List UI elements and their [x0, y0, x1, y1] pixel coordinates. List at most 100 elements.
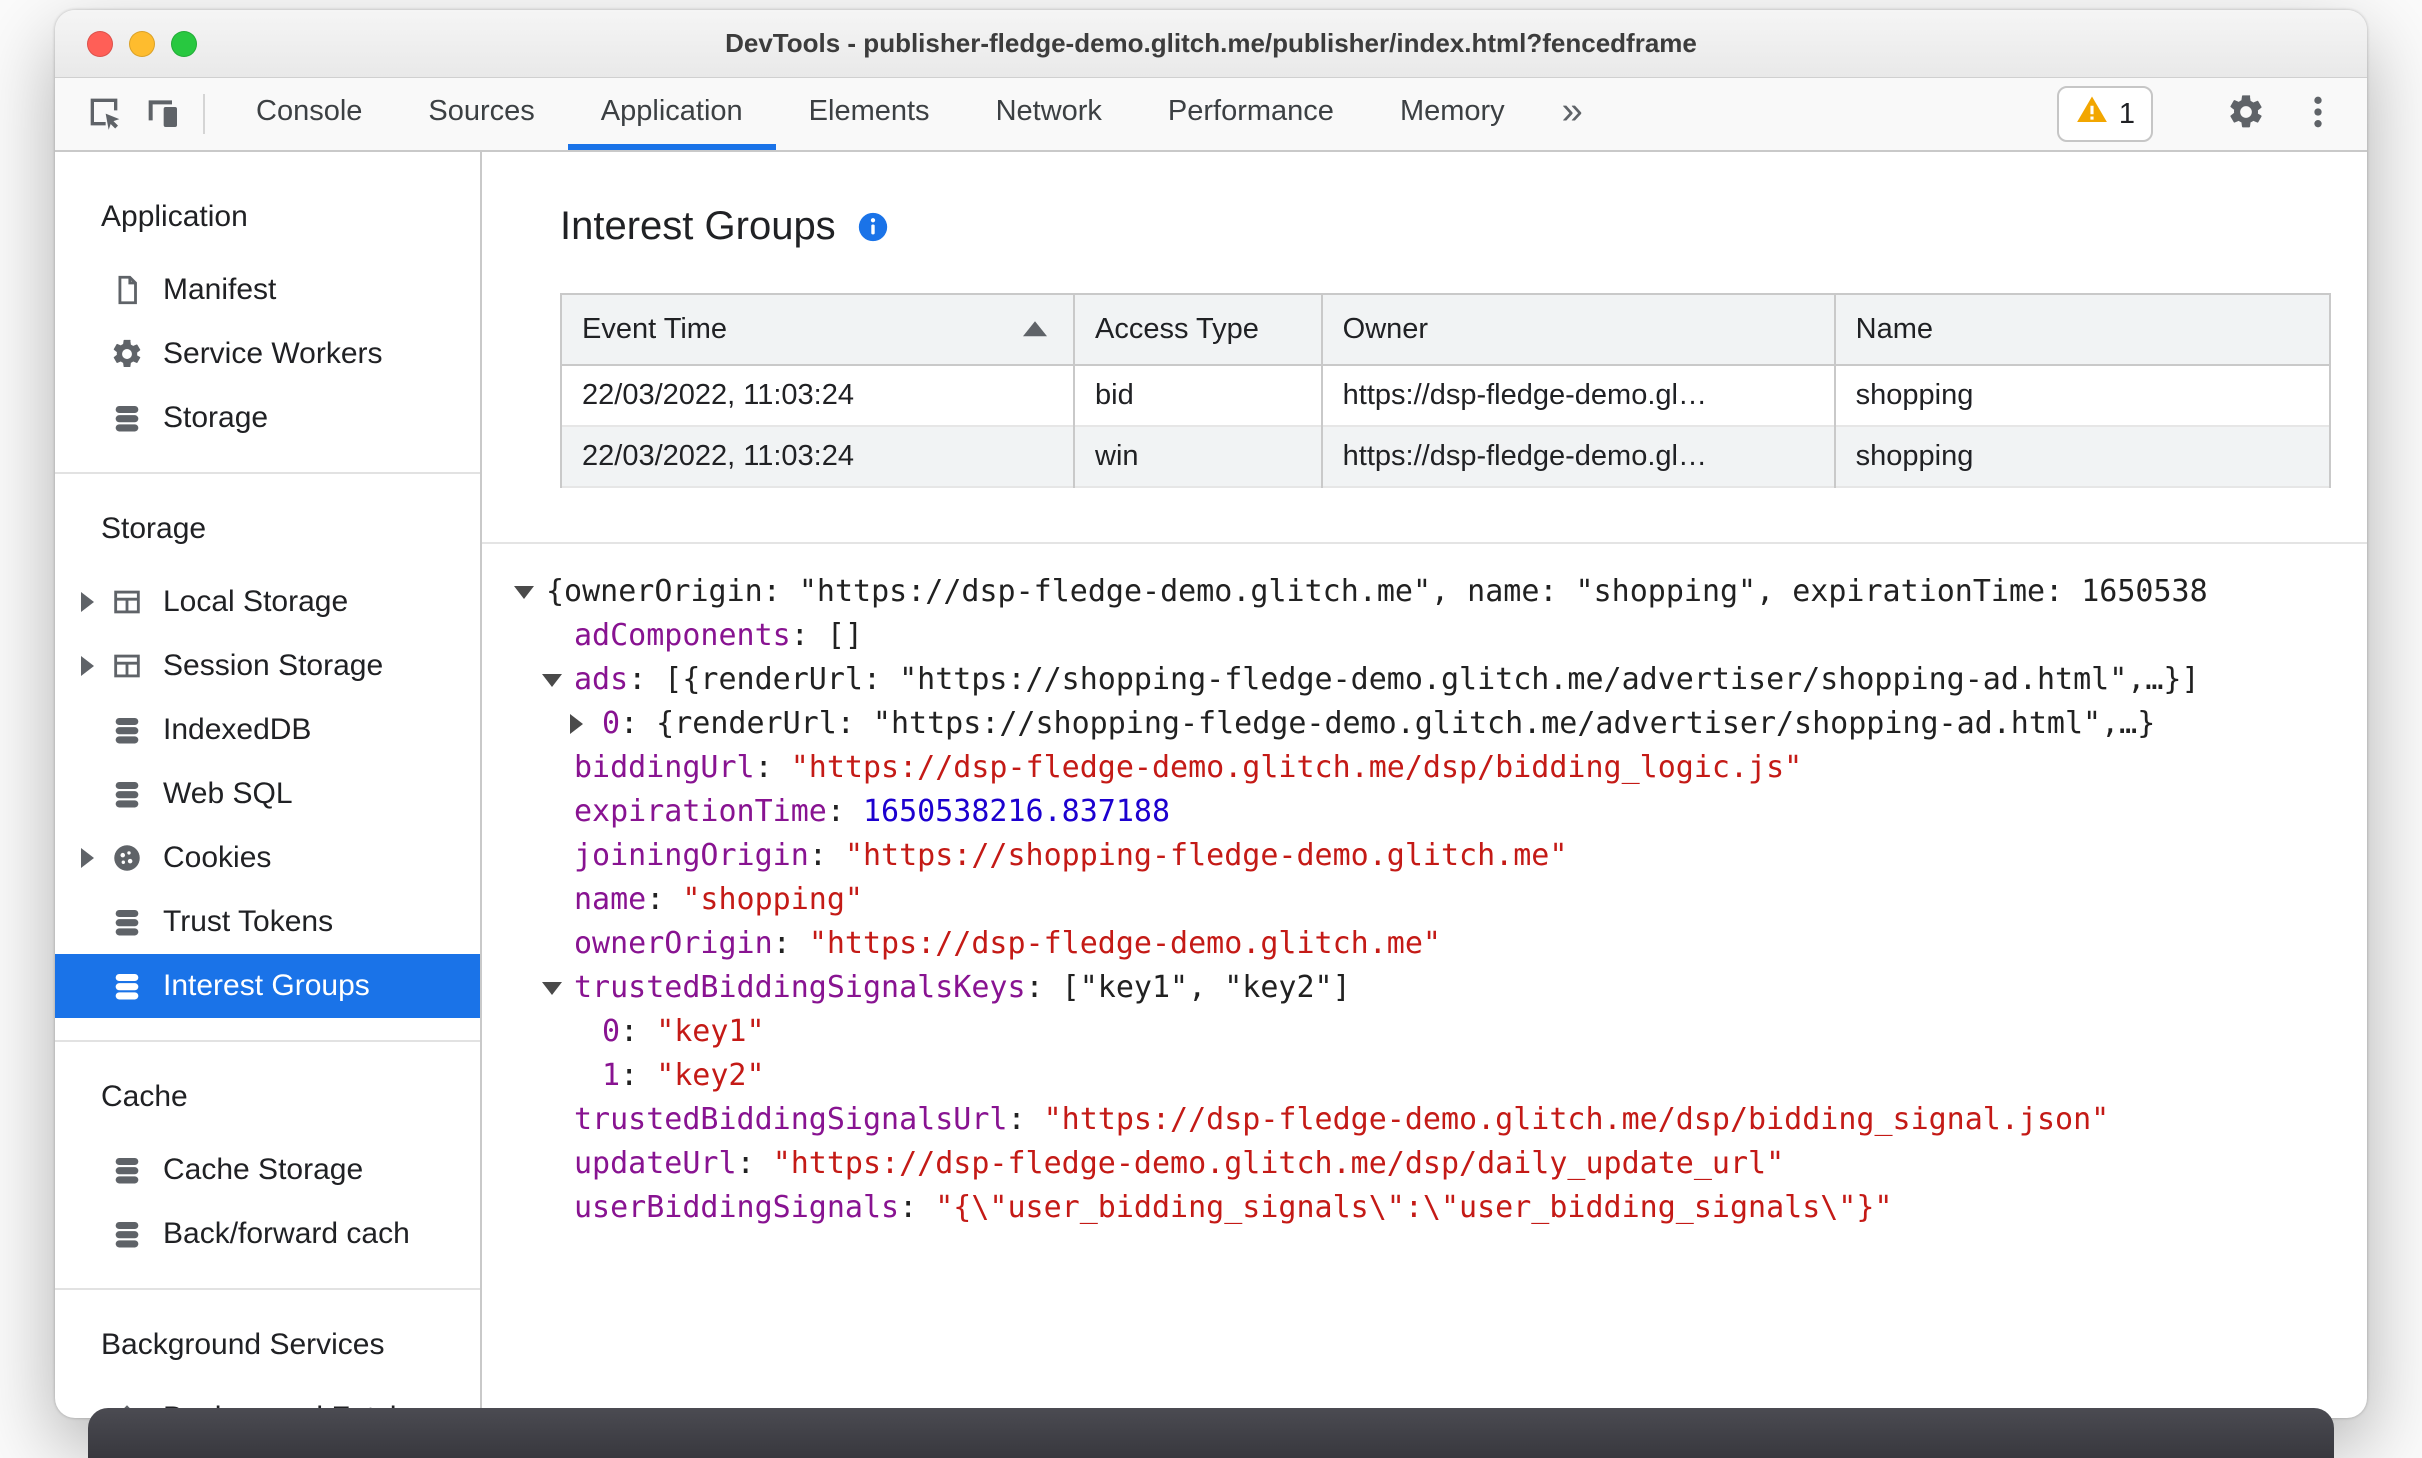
column-header-name[interactable]: Name [1833, 293, 2332, 366]
events-table-wrap: Event Time Access Type Owner Name 22/03/202… [482, 249, 2367, 488]
column-header-access-type[interactable]: Access Type [1073, 293, 1323, 366]
column-header-owner[interactable]: Owner [1320, 293, 1836, 366]
info-icon[interactable] [856, 210, 890, 244]
tree-string: "https://dsp-fledge-demo.glitch.me/dsp/d… [772, 1146, 1785, 1181]
table-cell: shopping [1833, 426, 2332, 487]
table-cell: bid [1073, 365, 1323, 426]
devtools-window: DevTools - publisher-fledge-demo.glitch.… [55, 10, 2367, 1418]
tree-plain: : {renderUrl: "https://shopping-fledge-d… [620, 706, 2156, 741]
tab-network[interactable]: Network [963, 78, 1135, 150]
sidebar-item-back-forward-cach[interactable]: Back/forward cach [55, 1202, 480, 1266]
tree-string: "{\"user_bidding_signals\":\"user_biddin… [935, 1190, 1893, 1225]
expand-arrow-icon[interactable] [80, 592, 94, 612]
settings-button[interactable] [2219, 87, 2273, 141]
sidebar-item-cookies[interactable]: Cookies [55, 826, 480, 890]
device-toolbar-button[interactable] [135, 87, 189, 141]
gear-icon [2226, 92, 2266, 137]
expand-arrow-icon[interactable] [80, 656, 94, 676]
sidebar-item-storage[interactable]: Storage [55, 386, 480, 450]
inspect-element-button[interactable] [77, 87, 131, 141]
tab-performance[interactable]: Performance [1135, 78, 1367, 150]
sidebar-item-indexeddb[interactable]: IndexedDB [55, 698, 480, 762]
tree-plain: : [] [790, 618, 863, 653]
sidebar-item-service-workers[interactable]: Service Workers [55, 322, 480, 386]
tree-key: trustedBiddingSignalsKeys [574, 970, 1026, 1005]
minimize-button[interactable] [129, 30, 155, 57]
tab-console[interactable]: Console [223, 78, 395, 150]
sidebar-item-web-sql[interactable]: Web SQL [55, 762, 480, 826]
tab-memory[interactable]: Memory [1367, 78, 1538, 150]
tree-string: "https://shopping-fledge-demo.glitch.me" [844, 838, 1568, 873]
tree-key: userBiddingSignals [574, 1190, 900, 1225]
cookie-icon [107, 838, 147, 878]
expand-arrow-icon[interactable] [570, 714, 583, 734]
tree-key: 0 [602, 1014, 621, 1049]
database-icon [107, 774, 147, 814]
table-cell: https://dsp-fledge-demo.gl… [1320, 426, 1836, 487]
inspect-icon [84, 92, 124, 137]
sidebar-item-cache-storage[interactable]: Cache Storage [55, 1138, 480, 1202]
sidebar-item-label: Interest Groups [163, 969, 370, 1002]
tree-key: 1 [602, 1058, 621, 1093]
sidebar-item-label: Cache Storage [163, 1153, 364, 1186]
collapse-arrow-icon[interactable] [542, 982, 562, 995]
twisty-slot [69, 656, 105, 676]
tree-key: biddingUrl [574, 750, 755, 785]
window-titlebar[interactable]: DevTools - publisher-fledge-demo.glitch.… [55, 10, 2367, 78]
page-title: Interest Groups [560, 204, 836, 248]
tree-line: trustedBiddingSignalsUrl: "https://dsp-f… [510, 1098, 2359, 1142]
macos-dock[interactable] [88, 1408, 2334, 1458]
tree-key: trustedBiddingSignalsUrl [574, 1102, 1008, 1137]
tree-plain: : [{renderUrl: "https://shopping-fledge-… [628, 662, 2200, 697]
collapse-arrow-icon[interactable] [514, 586, 534, 599]
collapse-arrow-icon[interactable] [542, 674, 562, 687]
column-header-event-time[interactable]: Event Time [560, 293, 1075, 366]
sidebar-section-application: Application Manifest Service Workers Storag… [55, 162, 480, 474]
events-table: Event Time Access Type Owner Name 22/03/202… [560, 293, 2332, 488]
three-dot-menu-icon [2298, 92, 2338, 137]
close-button[interactable] [87, 30, 113, 57]
tree-string: "key1" [656, 1014, 765, 1049]
customize-menu-button[interactable] [2291, 87, 2345, 141]
sidebar-item-label: Session Storage [163, 649, 384, 682]
tree-string: "https://dsp-fledge-demo.glitch.me" [808, 926, 1441, 961]
tree-key: ads [574, 662, 629, 697]
tree-plain: : [736, 1146, 773, 1181]
manifest-icon [107, 270, 147, 310]
tab-elements[interactable]: Elements [776, 78, 963, 150]
sidebar-section-title: Storage [101, 512, 207, 545]
toolbar-left-group [77, 78, 189, 150]
database-icon [107, 710, 147, 750]
tree-line[interactable]: trustedBiddingSignalsKeys: ["key1", "key… [510, 966, 2359, 1010]
tree-line[interactable]: ads: [{renderUrl: "https://shopping-fled… [510, 658, 2359, 702]
table-row[interactable]: 22/03/2022, 11:03:24 bid https://dsp-fledg… [560, 365, 2332, 426]
window-title: DevTools - publisher-fledge-demo.glitch.… [725, 28, 1697, 58]
table-cell: https://dsp-fledge-demo.gl… [1320, 365, 1836, 426]
tab-application[interactable]: Application [567, 78, 776, 150]
sidebar-item-session-storage[interactable]: Session Storage [55, 634, 480, 698]
tab-sources[interactable]: Sources [395, 78, 567, 150]
sidebar-item-manifest[interactable]: Manifest [55, 258, 480, 322]
tree-plain: : [899, 1190, 936, 1225]
tree-line[interactable]: 0: {renderUrl: "https://shopping-fledge-… [510, 702, 2359, 746]
sidebar-section-title: Application [101, 200, 248, 233]
table-cell: 22/03/2022, 11:03:24 [560, 365, 1075, 426]
tree-string: "https://dsp-fledge-demo.glitch.me/dsp/b… [790, 750, 1803, 785]
sidebar-item-trust-tokens[interactable]: Trust Tokens [55, 890, 480, 954]
toolbar-separator [203, 94, 205, 134]
sidebar-item-local-storage[interactable]: Local Storage [55, 570, 480, 634]
warnings-badge[interactable]: 1 [2056, 86, 2153, 142]
zoom-button[interactable] [171, 30, 197, 57]
expand-arrow-icon[interactable] [80, 848, 94, 868]
tree-line: adComponents: [] [510, 614, 2359, 658]
sidebar-item-label: Manifest [163, 273, 277, 306]
more-tabs-button[interactable]: » [1538, 78, 1607, 150]
table-row[interactable]: 22/03/2022, 11:03:24 win https://dsp-fledg… [560, 426, 2332, 487]
tree-string: "https://dsp-fledge-demo.glitch.me/dsp/b… [1043, 1102, 2110, 1137]
database-icon [107, 966, 147, 1006]
tree-key: ownerOrigin [574, 926, 773, 961]
tree-line[interactable]: {ownerOrigin: "https://dsp-fledge-demo.g… [510, 570, 2359, 614]
devtools-content: Application Manifest Service Workers Storag… [55, 152, 2367, 1418]
sidebar-item-interest-groups[interactable]: Interest Groups [55, 954, 480, 1018]
sidebar-section-background-services: Background ServicesBackground Fetch [55, 1290, 480, 1418]
